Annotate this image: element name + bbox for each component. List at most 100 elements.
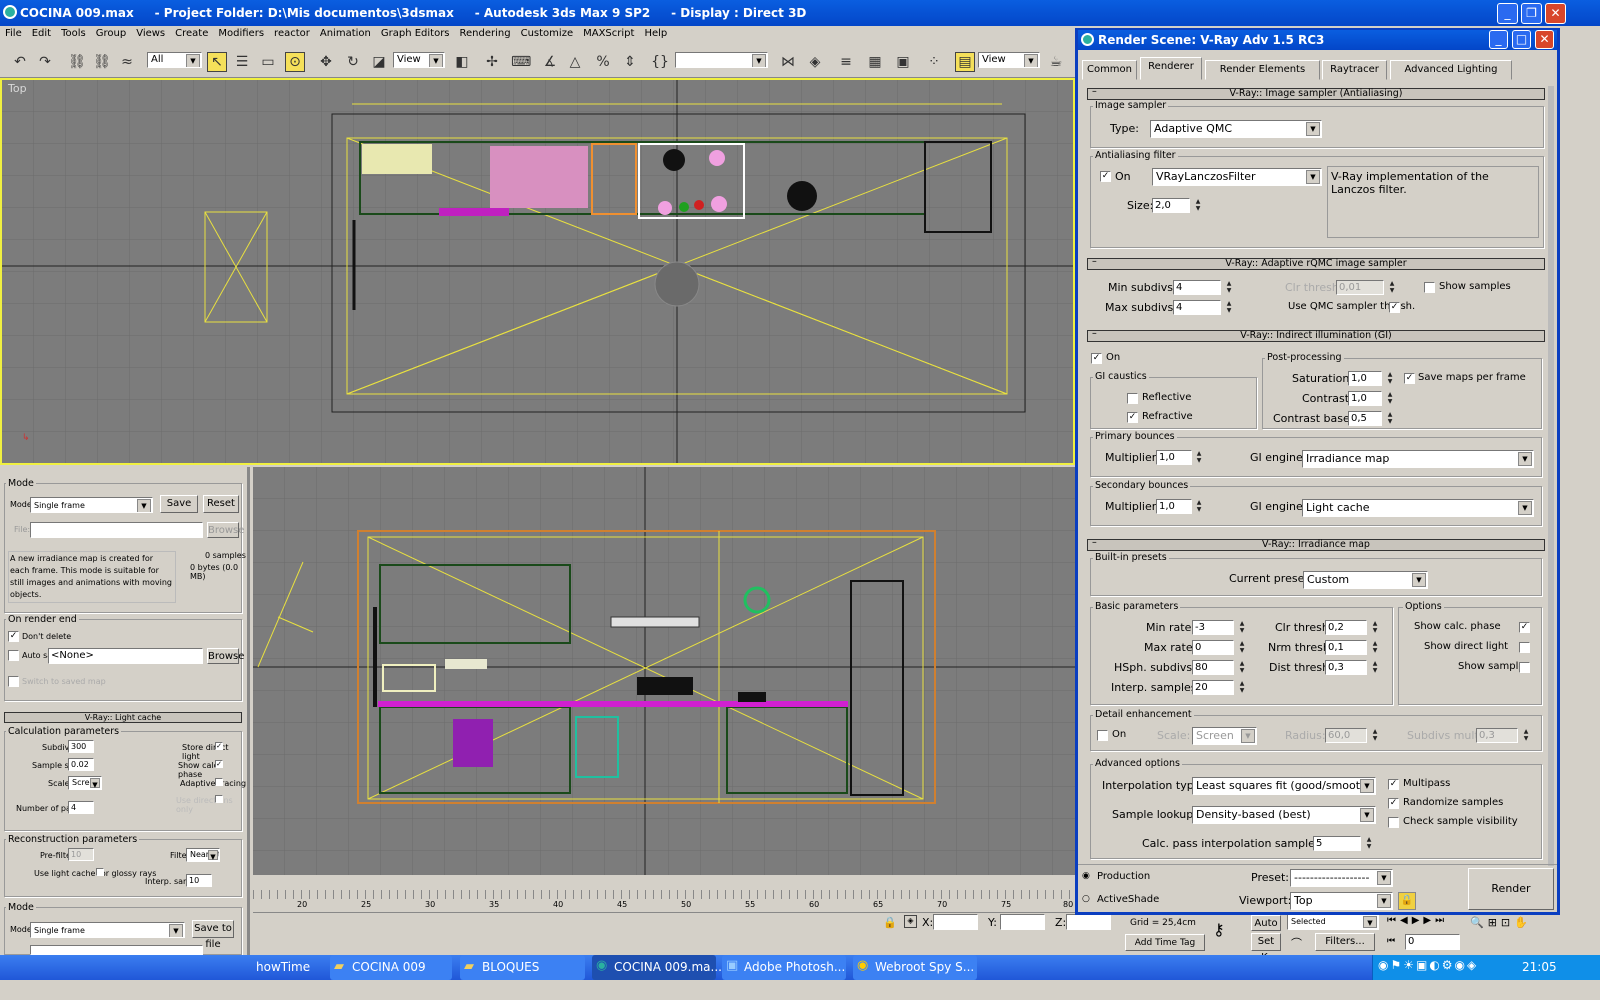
current-frame-input[interactable]: 0 xyxy=(1405,934,1460,950)
image-sampler-rollout-header[interactable]: – V-Ray:: Image sampler (Antialiasing) xyxy=(1087,87,1545,100)
calc-pass-input[interactable]: 5 xyxy=(1313,836,1361,851)
nrm-input[interactable]: 0,1 xyxy=(1325,640,1367,655)
tab-raytracer[interactable]: Raytracer xyxy=(1322,60,1387,80)
dist-spinner[interactable]: ▲ ▼ xyxy=(1371,660,1379,675)
render-scene-icon[interactable]: ▤ xyxy=(955,52,975,72)
interp-input[interactable]: 20 xyxy=(1192,680,1234,695)
scale-dropdown[interactable]: Screen ▼ xyxy=(68,776,102,790)
unlink-icon[interactable]: ⛓ xyxy=(92,52,112,72)
activeshade-radio[interactable]: ○ xyxy=(1082,894,1090,904)
render-maximize-button[interactable]: □ xyxy=(1512,30,1531,49)
use-lc-glossy-checkbox[interactable] xyxy=(96,868,104,876)
playback-controls[interactable]: ⏮◀▶▶⏭ xyxy=(1387,915,1448,926)
contrast-base-spinner[interactable]: ▲ ▼ xyxy=(1386,411,1394,426)
irr-clr-input[interactable]: 0,2 xyxy=(1325,620,1367,635)
menu-group[interactable]: Group xyxy=(91,26,131,39)
close-button[interactable]: ✕ xyxy=(1545,3,1566,24)
tab-render-elements[interactable]: Render Elements xyxy=(1205,60,1320,80)
use-qmc-checkbox[interactable]: ✓ xyxy=(1389,302,1400,313)
spinner-snap-icon[interactable]: ⇕ xyxy=(620,52,640,72)
lock-selection-icon[interactable]: 🔒 xyxy=(883,916,897,929)
render-type-dropdown[interactable]: View ▼ xyxy=(978,52,1040,68)
goto-start-icon[interactable]: ⏮ xyxy=(1387,936,1395,946)
use-directions-checkbox[interactable] xyxy=(215,795,223,803)
lightcache-rollout-header[interactable]: V-Ray:: Light cache xyxy=(4,712,242,723)
reference-coord-dropdown[interactable]: View ▼ xyxy=(393,52,445,68)
x-coord-input[interactable] xyxy=(933,914,978,930)
menu-customize[interactable]: Customize xyxy=(516,26,579,39)
lookup-dropdown[interactable]: Density-based (best) ▼ xyxy=(1192,806,1376,824)
browse-autosave-button[interactable]: Browse xyxy=(207,648,244,664)
render-minimize-button[interactable]: _ xyxy=(1489,30,1508,49)
size-input[interactable]: 2,0 xyxy=(1152,198,1190,213)
randomize-checkbox[interactable]: ✓ xyxy=(1388,798,1399,809)
mode2-dropdown[interactable]: Single frame ▼ xyxy=(30,922,185,938)
layer-manager-icon[interactable]: ≡ xyxy=(836,52,856,72)
key-filter-dropdown[interactable]: Selected ▼ xyxy=(1287,914,1379,930)
percent-snap-icon[interactable]: % xyxy=(593,52,613,72)
y-coord-input[interactable] xyxy=(1000,914,1045,930)
taskbar-item-photoshop[interactable]: Adobe Photosh... xyxy=(722,955,846,980)
size-spinner[interactable]: ▲ ▼ xyxy=(1194,198,1202,213)
subdivs-mult-input[interactable]: 0,3 xyxy=(1476,728,1518,743)
dist-input[interactable]: 0,3 xyxy=(1325,660,1367,675)
file-input[interactable] xyxy=(30,522,203,538)
filter-dropdown[interactable]: Nearest ▼ xyxy=(186,848,220,862)
select-by-name-icon[interactable]: ☰ xyxy=(232,52,252,72)
sampler-type-dropdown[interactable]: Adaptive QMC ▼ xyxy=(1150,120,1322,138)
menu-maxscript[interactable]: MAXScript xyxy=(578,26,639,39)
maximize-button[interactable]: ❐ xyxy=(1521,3,1542,24)
taskbar-item-3dsmax[interactable]: COCINA 009.ma... xyxy=(592,955,722,980)
manipulate-icon[interactable]: ✢ xyxy=(482,52,502,72)
move-icon[interactable]: ✥ xyxy=(316,52,336,72)
menu-reactor[interactable]: reactor xyxy=(269,26,315,39)
scale-icon[interactable]: ◪ xyxy=(369,52,389,72)
align-icon[interactable]: ◈ xyxy=(805,52,825,72)
tab-advanced-lighting[interactable]: Advanced Lighting xyxy=(1390,60,1512,80)
refractive-checkbox[interactable]: ✓ xyxy=(1127,412,1138,423)
tab-renderer[interactable]: Renderer xyxy=(1140,57,1202,80)
curve-editor-icon[interactable]: ▦ xyxy=(865,52,885,72)
render-button[interactable]: Render xyxy=(1468,868,1554,910)
menu-rendering[interactable]: Rendering xyxy=(455,26,516,39)
dont-delete-checkbox[interactable]: ✓ xyxy=(8,631,19,642)
named-selection-icon[interactable]: {} xyxy=(650,52,670,72)
irradiance-rollout-header[interactable]: – V-Ray:: Irradiance map xyxy=(1087,538,1545,551)
prefilter-input[interactable]: 10 xyxy=(68,848,94,861)
radius-input[interactable]: 60,0 xyxy=(1325,728,1367,743)
mirror-icon[interactable]: ⋈ xyxy=(778,52,798,72)
gi-rollout-header[interactable]: – V-Ray:: Indirect illumination (GI) xyxy=(1087,329,1545,342)
menu-create[interactable]: Create xyxy=(170,26,213,39)
min-rate-input[interactable]: -3 xyxy=(1192,620,1234,635)
add-time-tag-button[interactable]: Add Time Tag xyxy=(1125,934,1205,951)
set-key-button[interactable]: Set K. xyxy=(1251,933,1281,963)
secondary-engine-dropdown[interactable]: Light cache ▼ xyxy=(1302,499,1534,517)
taskbar-item-webroot[interactable]: Webroot Spy S... xyxy=(853,955,977,980)
preset-dropdown[interactable]: ------------------- ▼ xyxy=(1290,869,1393,887)
min-subdivs-spinner[interactable]: ▲ ▼ xyxy=(1225,280,1233,295)
viewport-dropdown[interactable]: Top ▼ xyxy=(1290,892,1393,910)
auto-save-input[interactable]: <None> xyxy=(48,648,203,664)
nrm-spinner[interactable]: ▲ ▼ xyxy=(1371,640,1379,655)
tray-icons[interactable]: ◉⚑☀▣◐⚙◉◈ xyxy=(1378,958,1478,972)
rect-selection-icon[interactable]: ▭ xyxy=(258,52,278,72)
radius-spinner[interactable]: ▲ ▼ xyxy=(1371,728,1379,743)
min-rate-spinner[interactable]: ▲ ▼ xyxy=(1238,620,1246,635)
max-rate-spinner[interactable]: ▲ ▼ xyxy=(1238,640,1246,655)
angle-snap-icon[interactable]: △ xyxy=(565,52,585,72)
saturation-spinner[interactable]: ▲ ▼ xyxy=(1386,371,1394,386)
keyboard-shortcut-icon[interactable]: ⌨ xyxy=(510,52,531,72)
gi-on-checkbox[interactable]: ✓ xyxy=(1091,353,1102,364)
interp-type-dropdown[interactable]: Least squares fit (good/smooth) ▼ xyxy=(1192,777,1376,795)
browse-button[interactable]: Browse xyxy=(207,522,244,538)
viewport-nav-icons[interactable]: 🔍⊞⊡✋ xyxy=(1470,916,1532,929)
max-subdivs-input[interactable]: 4 xyxy=(1173,300,1221,315)
show-direct-checkbox[interactable] xyxy=(1519,642,1530,653)
detail-scale-dropdown[interactable]: Screen ▼ xyxy=(1192,727,1257,745)
menu-tools[interactable]: Tools xyxy=(56,26,91,39)
current-preset-dropdown[interactable]: Custom ▼ xyxy=(1303,571,1428,589)
max-subdivs-spinner[interactable]: ▲ ▼ xyxy=(1225,300,1233,315)
window-crossing-icon[interactable]: ⊙ xyxy=(285,52,305,72)
link-icon[interactable]: ⛓ xyxy=(67,52,87,72)
max-rate-input[interactable]: 0 xyxy=(1192,640,1234,655)
